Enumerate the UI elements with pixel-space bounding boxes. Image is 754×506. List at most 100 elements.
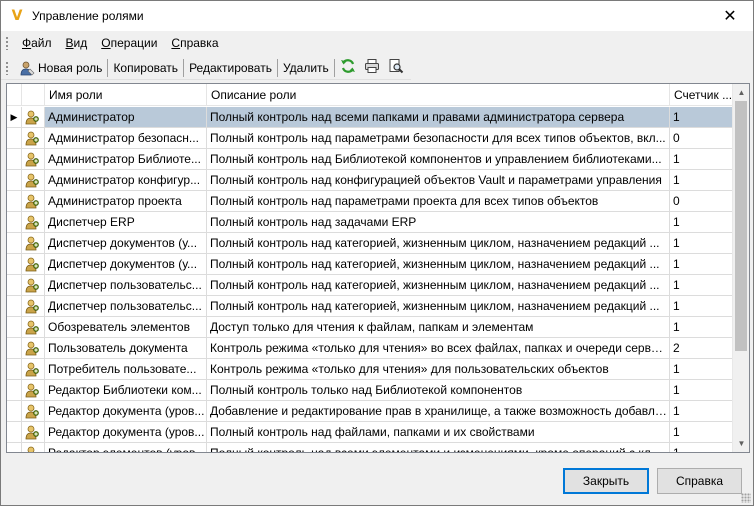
scroll-down-arrow-icon[interactable]: ▼ [733,435,749,452]
role-name-cell[interactable]: Редактор элементов (уров... [45,443,207,452]
role-description-cell[interactable]: Полный контроль над категорией, жизненны… [207,233,670,253]
table-row[interactable]: Администратор конфигур... Полный контроль… [7,170,737,191]
window-close-button[interactable]: ✕ [707,1,753,31]
role-description-cell[interactable]: Полный контроль над категорией, жизненны… [207,275,670,295]
table-row[interactable]: Администратор проекта Полный контроль над… [7,191,737,212]
table-row[interactable]: Потребитель пользовате... Контроль режима… [7,359,737,380]
role-count-cell[interactable]: 1 [670,422,737,442]
table-row[interactable]: Редактор Библиотеки ком... Полный контрол… [7,380,737,401]
table-row[interactable]: Диспетчер документов (у... Полный контрол… [7,254,737,275]
role-description-cell[interactable]: Полный контроль над всеми папками и прав… [207,107,670,127]
role-name-cell[interactable]: Редактор Библиотеки ком... [45,380,207,400]
vertical-scrollbar[interactable]: ▲ ▼ [732,84,749,452]
role-count-cell[interactable]: 1 [670,170,737,190]
table-row[interactable]: Диспетчер документов (у... Полный контрол… [7,233,737,254]
copy-button[interactable]: Копировать [109,58,182,78]
role-description-cell[interactable]: Полный контроль над категорией, жизненны… [207,254,670,274]
role-name-cell[interactable]: Потребитель пользовате... [45,359,207,379]
role-count-cell[interactable]: 1 [670,254,737,274]
column-header-description[interactable]: Описание роли [207,84,670,106]
role-count-cell[interactable]: 1 [670,275,737,295]
role-description-cell[interactable]: Контроль режима «только для чтения» для … [207,359,670,379]
header-indicator [7,84,22,106]
role-description-cell[interactable]: Полный контроль над всеми элементами и и… [207,443,670,452]
role-count-cell[interactable]: 1 [670,107,737,127]
role-description-cell[interactable]: Полный контроль над файлами, папками и и… [207,422,670,442]
role-name-cell[interactable]: Редактор документа (уров... [45,401,207,421]
print-button[interactable] [360,57,384,79]
menu-view[interactable]: Вид [59,36,95,50]
role-count-cell[interactable]: 1 [670,359,737,379]
role-name-cell[interactable]: Диспетчер документов (у... [45,233,207,253]
menu-view-accel: В [65,36,74,50]
scrollbar-thumb[interactable] [735,101,747,351]
row-indicator [7,233,22,253]
role-description-cell[interactable]: Полный контроль над задачами ERP [207,212,670,232]
refresh-button[interactable] [336,57,360,79]
role-name-cell[interactable]: Администратор Библиоте... [45,149,207,169]
role-description-cell[interactable]: Добавление и редактирование прав в храни… [207,401,670,421]
role-count-cell[interactable]: 1 [670,380,737,400]
role-count-cell[interactable]: 1 [670,212,737,232]
table-row[interactable]: Обозреватель элементов Доступ только для … [7,317,737,338]
role-count-cell[interactable]: 1 [670,401,737,421]
role-icon [22,380,45,400]
role-name-cell[interactable]: Диспетчер пользовательс... [45,275,207,295]
table-row[interactable]: Администратор Библиоте... Полный контроль… [7,149,737,170]
role-count-cell[interactable]: 1 [670,443,737,452]
role-description-cell[interactable]: Полный контроль над параметрами безопасн… [207,128,670,148]
role-name-cell[interactable]: Редактор документа (уров... [45,422,207,442]
role-name-cell[interactable]: Пользователь документа [45,338,207,358]
role-description-cell[interactable]: Доступ только для чтения к файлам, папка… [207,317,670,337]
edit-button[interactable]: Редактировать [185,58,276,78]
table-row[interactable]: Диспетчер пользовательс... Полный контрол… [7,275,737,296]
table-row[interactable]: Пользователь документа Контроль режима «т… [7,338,737,359]
table-row[interactable]: Редактор элементов (уров... Полный контро… [7,443,737,452]
table-row[interactable]: Диспетчер ERP Полный контроль над задачам… [7,212,737,233]
role-name-cell[interactable]: Администратор проекта [45,191,207,211]
table-row[interactable]: Редактор документа (уров... Полный контро… [7,422,737,443]
role-name-cell[interactable]: Диспетчер документов (у... [45,254,207,274]
title-bar: V Управление ролями ✕ [1,1,753,31]
role-count-cell[interactable]: 1 [670,296,737,316]
role-description-cell[interactable]: Полный контроль над параметрами проекта … [207,191,670,211]
scroll-up-arrow-icon[interactable]: ▲ [733,84,749,101]
role-count-cell[interactable]: 0 [670,128,737,148]
role-name-cell[interactable]: Администратор [45,107,207,127]
role-description-cell[interactable]: Полный контроль только над Библиотекой к… [207,380,670,400]
role-name-cell[interactable]: Администратор конфигур... [45,170,207,190]
menu-operations[interactable]: Операции [94,36,164,50]
role-count-cell[interactable]: 1 [670,233,737,253]
role-count-cell[interactable]: 1 [670,317,737,337]
role-name-cell[interactable]: Обозреватель элементов [45,317,207,337]
print-preview-button[interactable] [384,57,408,79]
role-description-cell[interactable]: Полный контроль над категорией, жизненны… [207,296,670,316]
delete-button[interactable]: Удалить [279,58,333,78]
table-row[interactable]: Администратор безопасн... Полный контроль… [7,128,737,149]
table-row[interactable]: ▶ Администратор Полный контроль над всеми … [7,107,737,128]
column-header-count[interactable]: Счетчик ... [670,84,737,106]
resize-grip[interactable] [741,493,751,503]
role-count-cell[interactable]: 0 [670,191,737,211]
column-header-name[interactable]: Имя роли [45,84,207,106]
row-indicator [7,296,22,316]
role-name-cell[interactable]: Администратор безопасн... [45,128,207,148]
role-count-cell[interactable]: 2 [670,338,737,358]
help-button[interactable]: Справка [657,468,742,494]
role-description-cell[interactable]: Контроль режима «только для чтения» во в… [207,338,670,358]
role-name-cell[interactable]: Диспетчер пользовательс... [45,296,207,316]
table-row[interactable]: Диспетчер пользовательс... Полный контрол… [7,296,737,317]
menu-file[interactable]: Файл [15,36,59,50]
toolbar-grip[interactable] [5,60,9,75]
role-name-cell[interactable]: Диспетчер ERP [45,212,207,232]
close-button[interactable]: Закрыть [563,468,649,494]
new-role-button[interactable]: Новая роль [15,58,106,78]
menu-help[interactable]: Справка [164,36,225,50]
menu-grip[interactable] [5,36,9,50]
table-row[interactable]: Редактор документа (уров... Добавление и … [7,401,737,422]
roles-table[interactable]: Имя роли Описание роли Счетчик ... ▶ Адми… [6,83,750,453]
role-description-cell[interactable]: Полный контроль над конфигурацией объект… [207,170,670,190]
role-icon [22,233,45,253]
role-description-cell[interactable]: Полный контроль над Библиотекой компонен… [207,149,670,169]
role-count-cell[interactable]: 1 [670,149,737,169]
